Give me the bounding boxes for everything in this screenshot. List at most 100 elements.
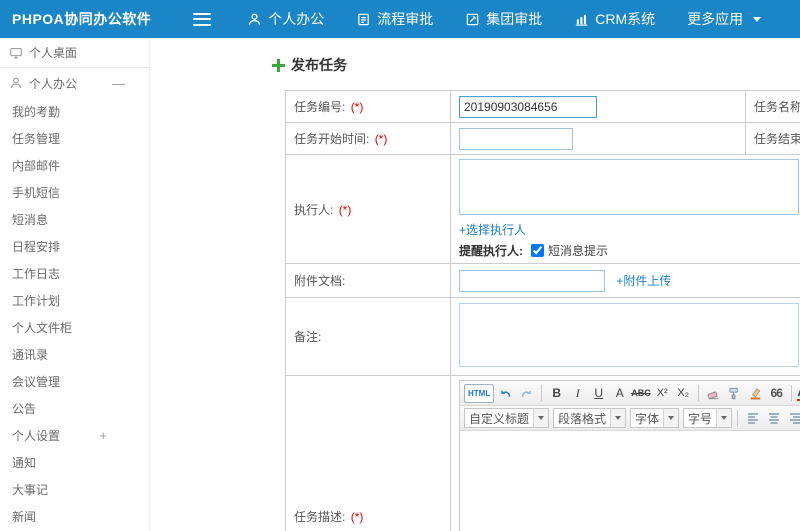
align-right-button[interactable] bbox=[785, 409, 800, 428]
sidebar-item-label: 日程安排 bbox=[12, 240, 61, 254]
sidebar-item[interactable]: 工作计划 bbox=[0, 287, 149, 314]
sidebar-item[interactable]: 通讯录 bbox=[0, 341, 149, 368]
superscript-button[interactable]: X² bbox=[653, 384, 672, 403]
menu-toggle-icon[interactable] bbox=[193, 12, 212, 26]
sidebar-group-personal-settings[interactable]: 个人设置 + bbox=[0, 422, 149, 449]
edit-square-icon bbox=[467, 13, 479, 25]
underline-button[interactable]: U bbox=[589, 384, 608, 403]
italic-button[interactable]: I bbox=[568, 384, 587, 403]
nav-process-approval[interactable]: 流程审批 bbox=[356, 9, 433, 29]
monitor-icon bbox=[10, 47, 22, 58]
sidebar-item[interactable]: 大事记 bbox=[0, 476, 149, 503]
blockquote-button[interactable]: 66 bbox=[767, 384, 786, 403]
attachment-input[interactable] bbox=[459, 269, 605, 292]
redo-button[interactable] bbox=[517, 384, 536, 403]
remark-textarea[interactable] bbox=[459, 303, 799, 367]
sidebar-item[interactable]: 新闻 bbox=[0, 503, 149, 530]
nav-crm-system[interactable]: CRM系统 bbox=[574, 9, 655, 29]
editor-dropdown[interactable]: 段落格式 bbox=[553, 408, 627, 428]
page-title-bar: 发布任务 bbox=[272, 52, 800, 78]
strikethrough-button[interactable]: ABC bbox=[631, 384, 651, 403]
editor-dropdown[interactable]: 字号 bbox=[683, 408, 733, 428]
sidebar-item-label: 新闻 bbox=[12, 510, 37, 524]
highlighter-icon bbox=[750, 387, 761, 399]
toolbar-separator bbox=[790, 385, 792, 401]
top-header: PHPOA协同办公软件 个人办公 流程审批 集团审批 CRM系统 更多应用 bbox=[0, 0, 800, 38]
redo-icon bbox=[522, 389, 531, 397]
font-button[interactable]: A bbox=[610, 384, 629, 403]
html-source-button[interactable]: HTML bbox=[464, 383, 495, 403]
sms-remind-checkbox[interactable] bbox=[531, 244, 544, 257]
format-brush-button[interactable] bbox=[725, 384, 744, 403]
dropdown-arrow bbox=[663, 409, 679, 427]
align-left-button[interactable] bbox=[743, 409, 762, 428]
sidebar-office-list: 我的考勤 任务管理 内部邮件 手机短信 短消息 日程安排 工作日志 工作计划 个… bbox=[0, 98, 149, 422]
sidebar-item-label: 工作日志 bbox=[12, 267, 61, 281]
nav-personal-office[interactable]: 个人办公 bbox=[247, 9, 324, 29]
sidebar-item[interactable]: 通知 bbox=[0, 449, 149, 476]
sidebar-item[interactable]: 内部邮件 bbox=[0, 152, 149, 179]
rich-text-editor: HTML B I U A ABC X² X₂ 66 自定义标题 段落格式 字体 … bbox=[459, 380, 800, 531]
process-approval-icon bbox=[358, 13, 370, 25]
sidebar-item-desktop[interactable]: 个人桌面 bbox=[0, 38, 149, 68]
row-description: 任务描述: (*) HTML B I U A ABC X² X₂ 66 自定义标… bbox=[285, 375, 800, 531]
task-number-input[interactable] bbox=[459, 95, 597, 118]
subscript-button[interactable]: X₂ bbox=[674, 384, 693, 403]
sidebar-item-label: 会议管理 bbox=[12, 375, 61, 389]
sidebar-group-personal-office[interactable]: 个人办公 — bbox=[0, 68, 149, 98]
sidebar-item[interactable]: 任务管理 bbox=[0, 125, 149, 152]
user-icon bbox=[10, 77, 22, 88]
sidebar-item[interactable]: 公告 bbox=[0, 395, 149, 422]
editor-dropdown-group: 自定义标题 段落格式 字体 字号 bbox=[464, 408, 733, 428]
row-task-time: 任务开始时间: (*) 任务结束时间: (*) bbox=[285, 122, 800, 155]
attachment-upload-link[interactable]: +附件上传 bbox=[616, 274, 671, 288]
choose-executor-link[interactable]: +选择执行人 bbox=[459, 223, 526, 237]
sidebar-group-label: 个人设置 bbox=[12, 429, 61, 443]
sidebar-item[interactable]: 短消息 bbox=[0, 206, 149, 233]
sidebar-item[interactable]: 个人文件柜 bbox=[0, 314, 149, 341]
undo-button[interactable] bbox=[496, 384, 515, 403]
sidebar-group-label: 个人办公 bbox=[29, 76, 78, 91]
top-nav: 个人办公 流程审批 集团审批 CRM系统 更多应用 bbox=[247, 9, 762, 29]
dropdown-arrow bbox=[610, 409, 626, 427]
editor-dropdown[interactable]: 字体 bbox=[630, 408, 680, 428]
end-time-label: 任务结束时间: (*) bbox=[745, 122, 800, 155]
editor-content-area[interactable] bbox=[460, 431, 800, 531]
sidebar-item-label: 任务管理 bbox=[12, 132, 61, 146]
undo-icon bbox=[501, 389, 511, 397]
dropdown-arrow bbox=[716, 409, 732, 427]
align-center-button[interactable] bbox=[764, 409, 783, 428]
nav-more-apps[interactable]: 更多应用 bbox=[687, 9, 762, 29]
brush-icon bbox=[729, 387, 738, 399]
remind-executor-row: 提醒执行人: 短消息提示 bbox=[459, 242, 800, 259]
sidebar-item[interactable]: 日程安排 bbox=[0, 233, 149, 260]
bar-chart-icon bbox=[576, 14, 588, 26]
sidebar-item[interactable]: 会议管理 bbox=[0, 368, 149, 395]
nav-label: 更多应用 bbox=[687, 11, 744, 27]
sidebar-item-label: 我的考勤 bbox=[12, 105, 61, 119]
nav-group-approval[interactable]: 集团审批 bbox=[465, 9, 542, 29]
editor-dropdown[interactable]: 自定义标题 bbox=[464, 408, 550, 428]
executor-textarea[interactable] bbox=[459, 159, 799, 215]
highlight-button[interactable] bbox=[746, 384, 765, 403]
collapse-icon[interactable]: — bbox=[112, 76, 125, 91]
task-name-label: 任务名称: (*) bbox=[745, 90, 800, 123]
sidebar-item-label: 通讯录 bbox=[12, 348, 49, 362]
sidebar-item-label: 个人文件柜 bbox=[12, 321, 73, 335]
sidebar: 个人桌面 个人办公 — 我的考勤 任务管理 内部邮件 手机短信 短消息 日程安排… bbox=[0, 38, 150, 531]
eraser-button[interactable] bbox=[704, 384, 723, 403]
bold-button[interactable]: B bbox=[547, 384, 566, 403]
required-mark: (*) bbox=[338, 202, 352, 217]
expand-icon[interactable]: + bbox=[99, 428, 107, 443]
nav-label: 个人办公 bbox=[268, 11, 325, 27]
sidebar-item[interactable]: 我的考勤 bbox=[0, 98, 149, 125]
sidebar-item-label: 大事记 bbox=[12, 483, 49, 497]
add-icon bbox=[272, 58, 285, 72]
sidebar-item-label: 通知 bbox=[12, 456, 37, 470]
start-time-input[interactable] bbox=[459, 127, 573, 150]
sidebar-item-label: 工作计划 bbox=[12, 294, 61, 308]
sidebar-item[interactable]: 手机短信 bbox=[0, 179, 149, 206]
sidebar-item-label: 个人桌面 bbox=[29, 46, 78, 60]
sidebar-item[interactable]: 工作日志 bbox=[0, 260, 149, 287]
task-form-table: 任务编号: (*) 任务名称: (*) 任务开始时间: (*) 任务结束时间: … bbox=[285, 90, 800, 531]
